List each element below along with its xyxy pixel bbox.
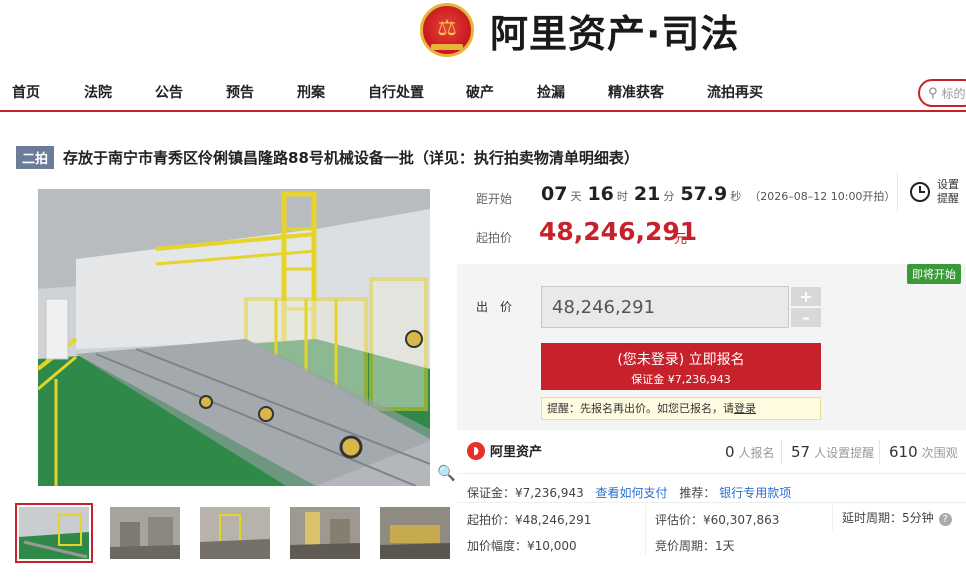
registered-count: 0 人报名 [725,443,775,461]
thumbnail-5[interactable] [380,507,450,559]
nav-item-criminal[interactable]: 刑案 [297,82,325,102]
logo-text: 阿里资产·司法 [490,11,740,56]
ali-assets-brand: ◗ 阿里资产 [467,441,542,460]
tip-text: 提醒：先报名再出价。如您已报名，请 [547,402,734,415]
search-placeholder: 标的 [941,86,966,101]
thumbnail-2[interactable] [110,507,180,559]
login-link[interactable]: 登录 [734,402,756,415]
nav-item-preview[interactable]: 预告 [226,82,254,102]
thumbnail-3[interactable] [200,507,270,559]
main-product-image[interactable] [16,189,456,486]
auction-round-badge: 二拍 [16,146,55,169]
thumbnail-1[interactable] [15,503,93,563]
main-nav: 首页 法院 公告 预告 刑案 自行处置 破产 捡漏 精准获客 流拍再买 [0,72,966,112]
decrease-bid-button[interactable]: – [791,308,821,327]
deposit-row: 保证金：¥7,236,943 查看如何支付 推荐： 银行专用款项 [467,484,791,501]
how-to-pay-link[interactable]: 查看如何支付 [596,486,668,500]
nav-item-bargain[interactable]: 捡漏 [537,82,565,102]
ali-assets-logo-icon: ◗ [467,441,485,460]
start-price-unit: 元 [674,232,688,247]
login-tip: 提醒：先报名再出价。如您已报名，请登录 [541,397,821,420]
alarm-clock-icon [910,182,930,202]
nav-item-bankruptcy[interactable]: 破产 [466,82,494,102]
item-title: 存放于南宁市青秀区伶俐镇昌隆路88号机械设备一批（详见：执行拍卖物清单明细表） [63,149,639,167]
zoom-icon[interactable]: 🔍 [437,464,456,482]
set-reminder-button[interactable]: 设置 提醒 [897,173,959,211]
nav-item-announcement[interactable]: 公告 [155,82,183,102]
delay-period: 延时周期：5分钟? [842,509,952,526]
help-icon[interactable]: ? [938,513,952,526]
start-price-label: 起拍价 [476,231,513,245]
deposit-info: 保证金：¥7,236,943 [467,486,584,500]
nav-item-court[interactable]: 法院 [84,82,112,102]
reminder-count: 57 人设置提醒 [791,443,875,461]
status-badge: 即将开始 [907,264,961,284]
item-title-row: 二拍 存放于南宁市青秀区伶俐镇昌隆路88号机械设备一批（详见：执行拍卖物清单明细… [16,146,639,169]
countdown-days: 07 [541,183,568,205]
seconds-unit: 秒 [730,190,742,203]
thumbnail-4[interactable] [290,507,360,559]
remind-line2: 提醒 [937,192,959,205]
court-emblem-icon: ⚖ [420,3,474,57]
appraisal-price: 评估价：¥60,307,863 [655,513,780,527]
countdown-timer: 07 天 16 时 21 分 57.9 秒 （2026–08–12 10:00开拍） [541,183,895,205]
start-time-note: （2026–08–12 10:00开拍） [749,190,896,203]
bid-increment: 加价幅度：¥10,000 [467,539,577,553]
nav-item-relist[interactable]: 流拍再买 [707,82,763,102]
signup-button[interactable]: (您未登录) 立即报名 保证金 ¥7,236,943 [541,343,821,390]
nav-item-home[interactable]: 首页 [12,82,40,102]
countdown-hours: 16 [587,183,614,205]
nav-item-precise-customers[interactable]: 精准获客 [608,82,664,102]
signup-deposit: 保证金 ¥7,236,943 [631,373,731,386]
bank-payment-link[interactable]: 银行专用款项 [719,486,791,500]
nav-item-self-disposal[interactable]: 自行处置 [368,82,424,102]
search-input[interactable]: ⚲ 标的 [918,79,966,107]
bidding-cycle: 竞价周期：1天 [655,539,735,553]
hours-unit: 时 [616,190,628,203]
view-count: 610 次围观 [889,443,958,461]
bid-label: 出 价 [476,300,513,314]
site-logo[interactable]: ⚖ 阿里资产·司法 [420,0,739,60]
brand-name: 阿里资产 [490,445,543,460]
recommend-label: 推荐： [679,486,716,500]
countdown-minutes: 21 [633,183,661,205]
remind-line1: 设置 [937,178,959,191]
minutes-unit: 分 [663,190,675,203]
detail-start-price: 起拍价：¥48,246,291 [467,513,592,527]
signup-label: (您未登录) 立即报名 [617,352,745,368]
bid-amount-input[interactable]: 48,246,291 [541,286,789,328]
increase-bid-button[interactable]: + [791,287,821,306]
days-unit: 天 [570,190,582,203]
search-icon: ⚲ [928,85,938,101]
countdown-seconds: 57.9 [680,183,728,205]
countdown-label: 距开始 [476,192,513,206]
